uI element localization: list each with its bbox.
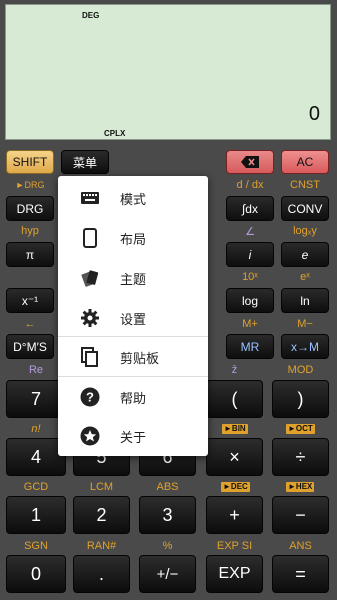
drg-button[interactable]: DRG (6, 196, 54, 221)
digit-0-button[interactable]: 0 (6, 555, 66, 593)
left-paren-button[interactable]: ( (206, 380, 263, 418)
memory-recall-button[interactable]: MR (226, 334, 274, 359)
calculator-display: DEG 0 CPLX (5, 4, 331, 140)
label-answer: ANS (289, 540, 312, 552)
label-lcm: LCM (89, 481, 114, 493)
shift-button[interactable]: SHIFT (6, 150, 54, 174)
minus-button[interactable]: − (272, 496, 329, 534)
label-constants: CNST (290, 179, 320, 191)
exp-button[interactable]: EXP (206, 555, 263, 593)
digit-1-button[interactable]: 1 (6, 496, 66, 534)
right-paren-button[interactable]: ) (272, 380, 329, 418)
keyboard-icon (81, 192, 99, 204)
copy-icon (81, 347, 98, 367)
label-random: RAN# (86, 540, 117, 552)
label-exp-si: EXP SI (216, 540, 253, 552)
menu-item-settings[interactable]: 设置 (58, 298, 208, 338)
menu-item-label: 帮助 (120, 390, 147, 406)
menu-item-layout[interactable]: 布局 (58, 218, 208, 258)
reciprocal-button[interactable]: x⁻¹ (6, 288, 54, 313)
menu-item-clipboard[interactable]: 剪贴板 (58, 337, 208, 377)
complex-mode-indicator: CPLX (104, 129, 126, 138)
label-sign: SGN (24, 540, 48, 552)
label-percent: % (162, 540, 173, 552)
label-to-octal: ►OCT (286, 424, 315, 434)
label-exp-power: eˣ (300, 271, 310, 283)
label-factorial: n! (31, 423, 41, 435)
log-button[interactable]: log (226, 288, 274, 313)
label-memory-plus: M+ (242, 318, 258, 330)
plus-button[interactable]: + (206, 496, 263, 534)
menu-item-about[interactable]: 关于 (58, 416, 208, 456)
menu-item-label: 剪贴板 (120, 350, 160, 366)
decimal-point-button[interactable]: . (73, 555, 130, 593)
convert-button[interactable]: CONV (281, 196, 329, 221)
label-absolute: ABS (156, 481, 179, 493)
label-to-decimal: ►DEC (221, 482, 250, 492)
phone-icon (83, 228, 97, 248)
equals-button[interactable]: = (272, 555, 329, 593)
backspace-icon (241, 156, 259, 168)
ln-button[interactable]: ln (281, 288, 329, 313)
all-clear-button[interactable]: AC (281, 150, 329, 174)
divide-button[interactable]: ÷ (272, 438, 329, 476)
label-arrow-left: ← (24, 318, 36, 330)
pi-button[interactable]: π (6, 242, 54, 267)
store-memory-button[interactable]: x→M (281, 334, 329, 359)
star-badge-icon (80, 426, 100, 446)
menu-item-label: 模式 (120, 191, 147, 207)
menu-item-label: 关于 (120, 429, 147, 445)
label-derivative: d / dx (236, 179, 264, 191)
menu-item-theme[interactable]: 主题 (58, 258, 208, 298)
digit-2-button[interactable]: 2 (73, 496, 130, 534)
label-drg-shift: ►DRG (15, 180, 45, 190)
digit-4-button[interactable]: 4 (6, 438, 66, 476)
label-real-part: Re (28, 364, 44, 376)
menu-item-label: 布局 (120, 231, 147, 247)
label-ten-power: 10ˣ (242, 271, 258, 283)
plus-minus-button[interactable]: +/− (139, 555, 196, 593)
label-conjugate: z̄ (231, 364, 238, 376)
dms-button[interactable]: D°M′S (6, 334, 54, 359)
menu-item-help[interactable]: ? 帮助 (58, 377, 208, 417)
label-log-base: logₓy (293, 225, 317, 237)
help-icon: ? (80, 387, 100, 407)
digit-3-button[interactable]: 3 (139, 496, 196, 534)
theme-cards-icon (81, 270, 99, 287)
multiply-button[interactable]: × (206, 438, 263, 476)
display-value: 0 (308, 103, 320, 125)
menu-item-mode[interactable]: 模式 (58, 178, 208, 218)
label-memory-minus: M− (297, 318, 313, 330)
gear-icon (81, 309, 99, 327)
label-to-binary: ►BIN (222, 424, 248, 434)
svg-text:?: ? (86, 390, 94, 405)
euler-button[interactable]: e (281, 242, 329, 267)
integral-button[interactable]: ∫dx (226, 196, 274, 221)
label-angle: ∠ (245, 226, 255, 238)
label-to-hex: ►HEX (286, 482, 315, 492)
overflow-menu: 模式 布局 主题 设置 剪贴板 ? 帮助 关于 (58, 176, 208, 456)
angle-mode-indicator: DEG (82, 11, 100, 20)
imaginary-button[interactable]: i (226, 242, 274, 267)
label-hyperbolic: hyp (21, 225, 39, 237)
backspace-button[interactable] (226, 150, 274, 174)
label-modulo: MOD (287, 364, 314, 376)
label-gcd: GCD (23, 481, 49, 493)
digit-7-button[interactable]: 7 (6, 380, 66, 418)
menu-item-label: 设置 (120, 311, 147, 327)
menu-button[interactable]: 菜单 (61, 150, 109, 174)
menu-item-label: 主题 (120, 271, 147, 287)
